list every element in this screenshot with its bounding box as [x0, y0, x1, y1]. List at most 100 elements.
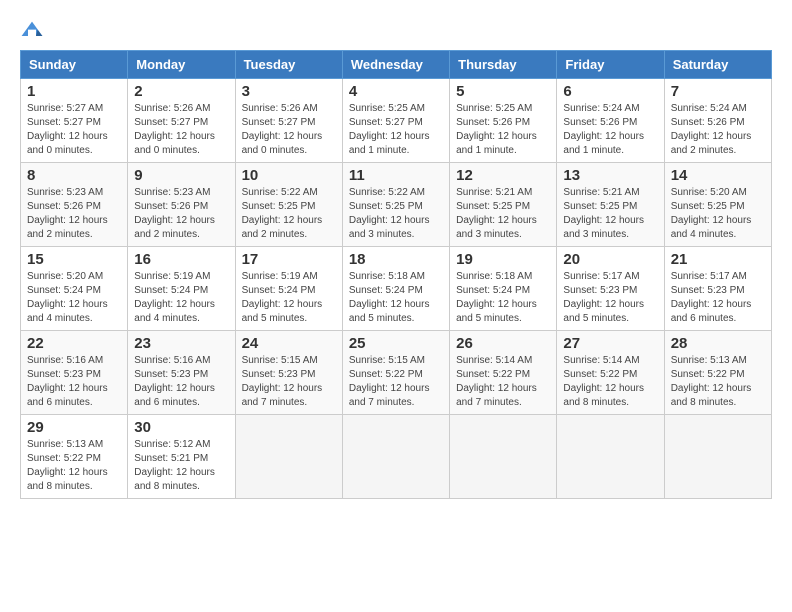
day-number: 20: [563, 251, 657, 268]
calendar-day: 18Sunrise: 5:18 AM Sunset: 5:24 PM Dayli…: [342, 247, 449, 331]
logo: [20, 20, 48, 40]
day-number: 30: [134, 419, 228, 436]
header-row: SundayMondayTuesdayWednesdayThursdayFrid…: [21, 51, 772, 79]
day-number: 16: [134, 251, 228, 268]
day-info: Sunrise: 5:21 AM Sunset: 5:25 PM Dayligh…: [563, 186, 657, 242]
calendar-day: 26Sunrise: 5:14 AM Sunset: 5:22 PM Dayli…: [450, 331, 557, 415]
calendar-week-1: 1 Sunrise: 5:27 AM Sunset: 5:27 PM Daylig…: [21, 79, 772, 163]
day-info: Sunrise: 5:17 AM Sunset: 5:23 PM Dayligh…: [563, 270, 657, 326]
calendar-day: 4 Sunrise: 5:25 AM Sunset: 5:27 PM Daylig…: [342, 79, 449, 163]
calendar-day: 30 Sunrise: 5:12 AM Sunset: 5:21 PM Dayli…: [128, 415, 235, 499]
day-number: 9: [134, 167, 228, 184]
column-header-sunday: Sunday: [21, 51, 128, 79]
day-info: Sunrise: 5:13 AM Sunset: 5:22 PM Dayligh…: [27, 438, 121, 494]
day-number: 11: [349, 167, 443, 184]
day-info: Sunrise: 5:26 AM Sunset: 5:27 PM Dayligh…: [242, 102, 336, 158]
day-number: 6: [563, 83, 657, 100]
day-number: 23: [134, 335, 228, 352]
page-header: [20, 20, 772, 40]
day-number: 8: [27, 167, 121, 184]
day-number: 22: [27, 335, 121, 352]
day-info: Sunrise: 5:23 AM Sunset: 5:26 PM Dayligh…: [27, 186, 121, 242]
calendar-day: 28Sunrise: 5:13 AM Sunset: 5:22 PM Dayli…: [664, 331, 771, 415]
logo-icon: [20, 20, 44, 40]
day-number: 5: [456, 83, 550, 100]
day-info: Sunrise: 5:25 AM Sunset: 5:27 PM Dayligh…: [349, 102, 443, 158]
day-info: Sunrise: 5:24 AM Sunset: 5:26 PM Dayligh…: [671, 102, 765, 158]
day-info: Sunrise: 5:19 AM Sunset: 5:24 PM Dayligh…: [242, 270, 336, 326]
calendar-day: [664, 415, 771, 499]
calendar-day: 19 Sunrise: 5:18 AM Sunset: 5:24 PM Dayli…: [450, 247, 557, 331]
day-info: Sunrise: 5:17 AM Sunset: 5:23 PM Dayligh…: [671, 270, 765, 326]
day-info: Sunrise: 5:13 AM Sunset: 5:22 PM Dayligh…: [671, 354, 765, 410]
day-info: Sunrise: 5:23 AM Sunset: 5:26 PM Dayligh…: [134, 186, 228, 242]
day-number: 10: [242, 167, 336, 184]
calendar-week-3: 15Sunrise: 5:20 AM Sunset: 5:24 PM Dayli…: [21, 247, 772, 331]
day-number: 17: [242, 251, 336, 268]
calendar-day: 8 Sunrise: 5:23 AM Sunset: 5:26 PM Daylig…: [21, 163, 128, 247]
calendar-day: 13 Sunrise: 5:21 AM Sunset: 5:25 PM Dayli…: [557, 163, 664, 247]
day-info: Sunrise: 5:14 AM Sunset: 5:22 PM Dayligh…: [563, 354, 657, 410]
column-header-saturday: Saturday: [664, 51, 771, 79]
day-info: Sunrise: 5:15 AM Sunset: 5:22 PM Dayligh…: [349, 354, 443, 410]
day-number: 26: [456, 335, 550, 352]
calendar-day: 20 Sunrise: 5:17 AM Sunset: 5:23 PM Dayli…: [557, 247, 664, 331]
day-info: Sunrise: 5:21 AM Sunset: 5:25 PM Dayligh…: [456, 186, 550, 242]
calendar-day: 2 Sunrise: 5:26 AM Sunset: 5:27 PM Daylig…: [128, 79, 235, 163]
day-info: Sunrise: 5:18 AM Sunset: 5:24 PM Dayligh…: [349, 270, 443, 326]
calendar-day: 27 Sunrise: 5:14 AM Sunset: 5:22 PM Dayli…: [557, 331, 664, 415]
day-number: 14: [671, 167, 765, 184]
calendar-table: SundayMondayTuesdayWednesdayThursdayFrid…: [20, 50, 772, 499]
day-number: 13: [563, 167, 657, 184]
day-number: 19: [456, 251, 550, 268]
day-info: Sunrise: 5:16 AM Sunset: 5:23 PM Dayligh…: [27, 354, 121, 410]
day-number: 7: [671, 83, 765, 100]
day-number: 15: [27, 251, 121, 268]
calendar-day: 16 Sunrise: 5:19 AM Sunset: 5:24 PM Dayli…: [128, 247, 235, 331]
calendar-day: 5 Sunrise: 5:25 AM Sunset: 5:26 PM Daylig…: [450, 79, 557, 163]
calendar-day: 25Sunrise: 5:15 AM Sunset: 5:22 PM Dayli…: [342, 331, 449, 415]
calendar-day: 7 Sunrise: 5:24 AM Sunset: 5:26 PM Daylig…: [664, 79, 771, 163]
calendar-day: 29 Sunrise: 5:13 AM Sunset: 5:22 PM Dayli…: [21, 415, 128, 499]
day-number: 29: [27, 419, 121, 436]
day-number: 27: [563, 335, 657, 352]
calendar-day: 1 Sunrise: 5:27 AM Sunset: 5:27 PM Daylig…: [21, 79, 128, 163]
day-info: Sunrise: 5:20 AM Sunset: 5:25 PM Dayligh…: [671, 186, 765, 242]
calendar-day: 11 Sunrise: 5:22 AM Sunset: 5:25 PM Dayli…: [342, 163, 449, 247]
calendar-day: [557, 415, 664, 499]
calendar-day: [450, 415, 557, 499]
calendar-day: 21Sunrise: 5:17 AM Sunset: 5:23 PM Dayli…: [664, 247, 771, 331]
column-header-monday: Monday: [128, 51, 235, 79]
day-info: Sunrise: 5:22 AM Sunset: 5:25 PM Dayligh…: [349, 186, 443, 242]
calendar-day: 10 Sunrise: 5:22 AM Sunset: 5:25 PM Dayli…: [235, 163, 342, 247]
day-info: Sunrise: 5:19 AM Sunset: 5:24 PM Dayligh…: [134, 270, 228, 326]
calendar-week-2: 8 Sunrise: 5:23 AM Sunset: 5:26 PM Daylig…: [21, 163, 772, 247]
calendar-day: 3 Sunrise: 5:26 AM Sunset: 5:27 PM Daylig…: [235, 79, 342, 163]
day-info: Sunrise: 5:15 AM Sunset: 5:23 PM Dayligh…: [242, 354, 336, 410]
calendar-day: 9 Sunrise: 5:23 AM Sunset: 5:26 PM Daylig…: [128, 163, 235, 247]
day-info: Sunrise: 5:22 AM Sunset: 5:25 PM Dayligh…: [242, 186, 336, 242]
day-info: Sunrise: 5:27 AM Sunset: 5:27 PM Dayligh…: [27, 102, 121, 158]
calendar-day: 24 Sunrise: 5:15 AM Sunset: 5:23 PM Dayli…: [235, 331, 342, 415]
column-header-thursday: Thursday: [450, 51, 557, 79]
column-header-wednesday: Wednesday: [342, 51, 449, 79]
day-number: 3: [242, 83, 336, 100]
calendar-day: [235, 415, 342, 499]
calendar-day: 14 Sunrise: 5:20 AM Sunset: 5:25 PM Dayli…: [664, 163, 771, 247]
calendar-day: 15Sunrise: 5:20 AM Sunset: 5:24 PM Dayli…: [21, 247, 128, 331]
calendar-day: 6Sunrise: 5:24 AM Sunset: 5:26 PM Daylig…: [557, 79, 664, 163]
day-info: Sunrise: 5:26 AM Sunset: 5:27 PM Dayligh…: [134, 102, 228, 158]
calendar-day: 17 Sunrise: 5:19 AM Sunset: 5:24 PM Dayli…: [235, 247, 342, 331]
day-info: Sunrise: 5:12 AM Sunset: 5:21 PM Dayligh…: [134, 438, 228, 494]
day-number: 1: [27, 83, 121, 100]
calendar-day: 23Sunrise: 5:16 AM Sunset: 5:23 PM Dayli…: [128, 331, 235, 415]
day-info: Sunrise: 5:25 AM Sunset: 5:26 PM Dayligh…: [456, 102, 550, 158]
calendar-day: [342, 415, 449, 499]
column-header-tuesday: Tuesday: [235, 51, 342, 79]
day-number: 2: [134, 83, 228, 100]
day-number: 24: [242, 335, 336, 352]
column-header-friday: Friday: [557, 51, 664, 79]
day-number: 4: [349, 83, 443, 100]
calendar-week-5: 29 Sunrise: 5:13 AM Sunset: 5:22 PM Dayli…: [21, 415, 772, 499]
day-info: Sunrise: 5:18 AM Sunset: 5:24 PM Dayligh…: [456, 270, 550, 326]
